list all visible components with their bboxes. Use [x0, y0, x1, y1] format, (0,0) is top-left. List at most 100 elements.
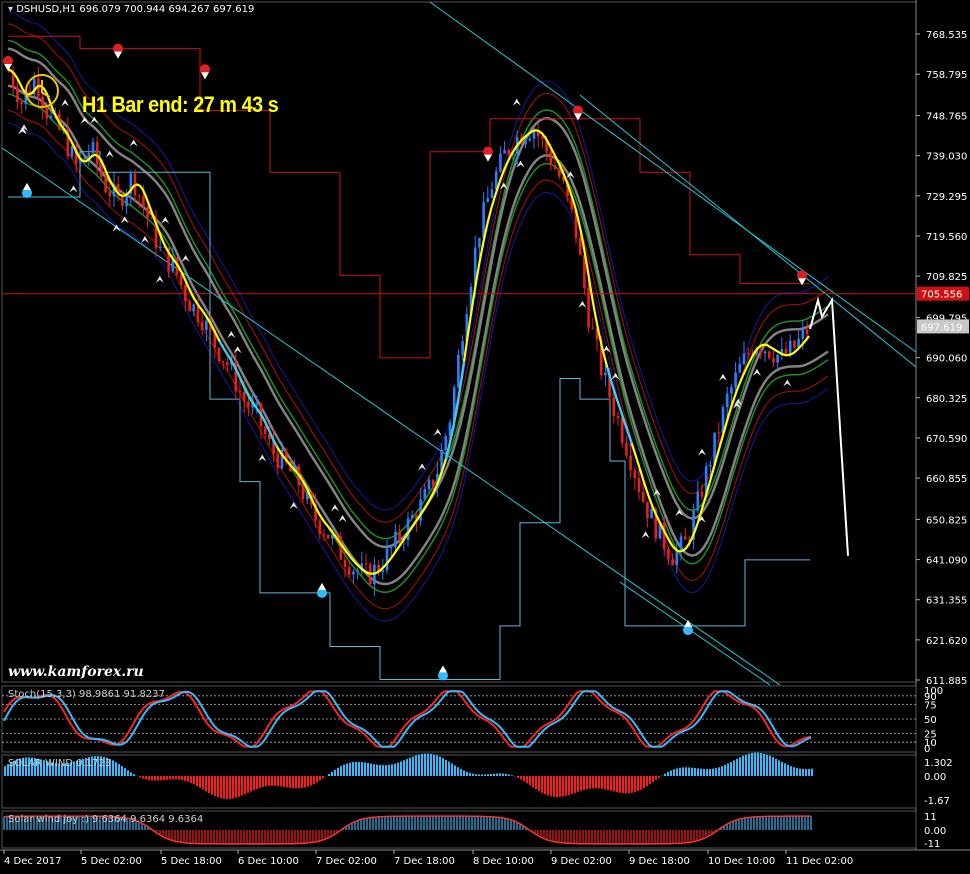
solar-wind-bar — [571, 776, 573, 794]
x-tick-label: 7 Dec 18:00 — [394, 856, 455, 867]
signal-arrow-icon — [338, 514, 347, 522]
solar-wind-bar — [655, 776, 657, 780]
solar-wind-bar — [265, 776, 267, 787]
solar-wind-bar — [121, 766, 123, 776]
candle-body — [364, 563, 368, 565]
solar-wind-bar — [283, 776, 285, 787]
solar-wind-bar — [439, 756, 441, 776]
solar-wind-bar — [385, 765, 387, 776]
candle-body — [205, 320, 208, 331]
solar-wind-bar — [523, 776, 525, 782]
candle-body — [381, 570, 385, 573]
solar-wind-bar — [301, 776, 303, 789]
solar-wind-bar — [163, 776, 165, 781]
candle-body — [772, 358, 775, 363]
solar-wind-bar — [700, 768, 702, 776]
stoch-axis-label: 75 — [924, 701, 937, 712]
solar-wind-joy-label: Solar wind joy :) 9.6364 9.6364 9.6364 — [8, 814, 204, 825]
candle-body — [276, 453, 280, 469]
candle-body — [226, 361, 229, 365]
candle-body — [347, 567, 351, 575]
candle-body — [763, 351, 767, 354]
solar-wind-joy-axis-label: 0.00 — [924, 826, 946, 837]
solar-wind-bar — [433, 754, 435, 776]
signal-arrow-icon — [258, 454, 267, 462]
bar-timer: H1 Bar end: 27 m 43 s — [82, 92, 279, 117]
solar-wind-bar — [355, 761, 357, 776]
solar-wind-bar — [652, 776, 654, 783]
solar-wind-bar — [391, 764, 393, 776]
solar-wind-bar — [538, 776, 540, 792]
candle-body — [616, 415, 620, 419]
solar-wind-bar — [730, 761, 732, 776]
candle-body — [650, 508, 653, 519]
candle-body — [45, 107, 49, 119]
solar-wind-bar — [298, 776, 300, 789]
solar-wind-bar — [481, 774, 483, 776]
solar-wind-bar — [754, 752, 756, 776]
x-tick-label: 9 Dec 02:00 — [551, 856, 612, 867]
solar-wind-bar — [118, 764, 120, 776]
candle-body — [318, 520, 322, 534]
y-tick-label: 729.295 — [926, 192, 967, 203]
fractal-arrow-icon — [318, 582, 326, 590]
solar-wind-joy-axis-label: 11 — [924, 812, 937, 823]
solar-wind-bar — [241, 776, 243, 796]
solar-wind-bar — [352, 762, 354, 776]
solar-wind-bar — [274, 776, 276, 786]
solar-wind-bar — [151, 776, 153, 781]
candle-body — [662, 522, 666, 550]
candle-body — [746, 353, 750, 355]
solar-wind-bar — [631, 776, 633, 793]
candle-body — [528, 138, 532, 141]
symbol-info: DSHUSD,H1 696.079 700.944 694.267 697.61… — [16, 4, 255, 15]
solar-wind-bar — [430, 753, 432, 776]
solar-wind-bar — [145, 776, 147, 780]
solar-wind-bar — [646, 776, 648, 787]
solar-wind-bar — [736, 758, 738, 776]
solar-wind-bar — [493, 773, 495, 776]
solar-wind-bar — [394, 763, 396, 776]
solar-wind-bar — [310, 776, 312, 786]
solar-wind-bar — [388, 764, 390, 776]
solar-wind-bar — [376, 764, 378, 776]
trend-line-lower-2 — [619, 581, 771, 686]
candle-body — [16, 87, 19, 103]
candle-body — [461, 341, 464, 355]
y-tick-label: 719.560 — [926, 232, 967, 243]
solar-wind-bar — [532, 776, 534, 788]
solar-wind-bar — [166, 776, 168, 780]
solar-wind-bar — [457, 767, 459, 776]
solar-wind-bar — [613, 776, 615, 792]
candle-body — [339, 536, 343, 560]
solar-wind-bar — [487, 774, 489, 776]
solar-wind-bar — [175, 776, 177, 780]
candle-body — [398, 531, 401, 541]
solar-wind-bar — [685, 767, 687, 776]
candle-body — [524, 140, 527, 145]
solar-wind-bar — [772, 757, 774, 776]
solar-wind-bar — [466, 771, 468, 776]
fast-ma-bull-segments — [7, 68, 810, 575]
price-chart[interactable]: 768.535 758.795 748.765 739.030 729.295 719.5… — [0, 0, 970, 874]
clock-icon — [25, 74, 59, 108]
solar-wind-bar — [742, 755, 744, 776]
chart-window: 768.535 758.795 748.765 739.030 729.295 719.5… — [0, 0, 970, 874]
solar-wind-bar — [217, 776, 219, 798]
solar-wind-bar — [346, 763, 348, 776]
candle-body — [490, 189, 494, 198]
candle-body — [20, 102, 23, 104]
solar-wind-bar — [709, 768, 711, 776]
solar-wind-bar — [691, 767, 693, 776]
candle-body — [394, 531, 397, 548]
candle-body — [696, 491, 700, 511]
candle-body — [322, 533, 326, 535]
signal-arrow-icon — [233, 346, 242, 354]
solar-wind-bar — [259, 776, 261, 788]
solar-wind-bar — [592, 776, 594, 789]
candle-body — [499, 153, 502, 172]
solar-wind-joy-axis-label: -11 — [924, 839, 940, 850]
solar-wind-bar — [559, 776, 561, 797]
solar-wind-bar — [406, 759, 408, 776]
candle-body — [549, 151, 553, 166]
